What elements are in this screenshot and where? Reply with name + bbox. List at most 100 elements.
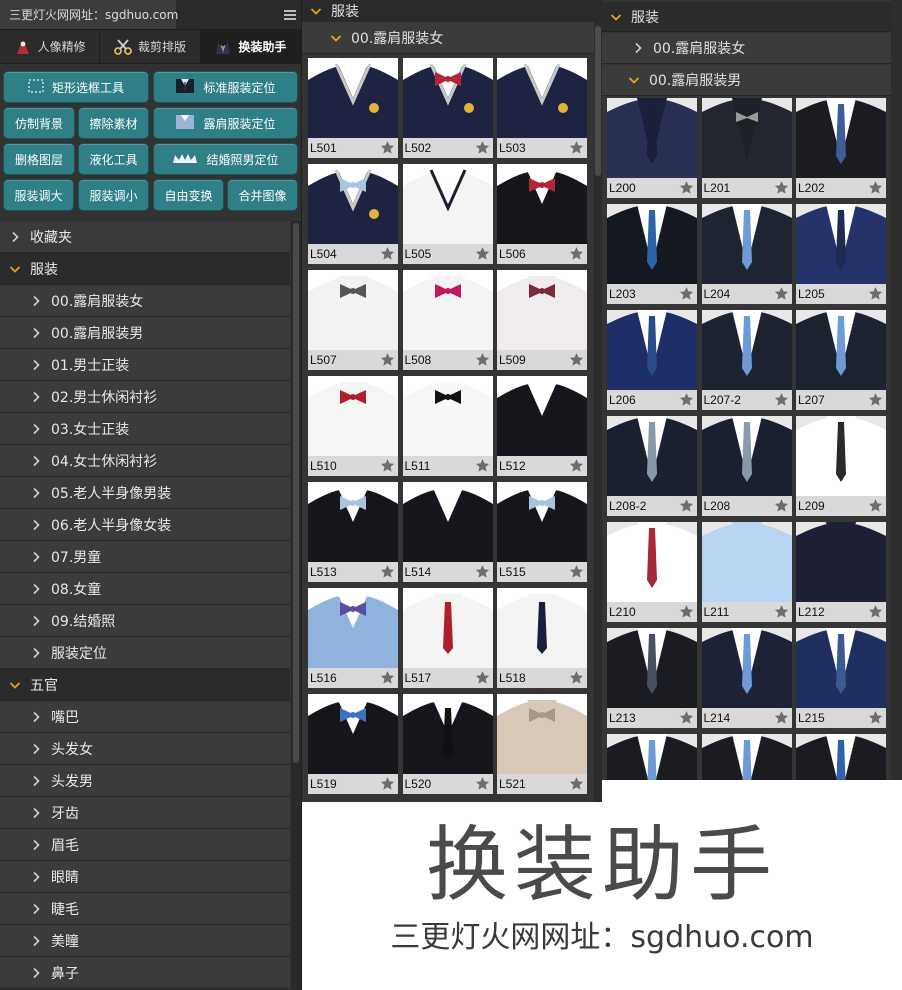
favorite-star-icon[interactable] bbox=[868, 710, 883, 725]
favorite-star-icon[interactable] bbox=[475, 246, 490, 261]
favorite-star-icon[interactable] bbox=[475, 776, 490, 791]
clothing-thumbnail[interactable]: L518 bbox=[497, 588, 587, 688]
favorite-star-icon[interactable] bbox=[679, 710, 694, 725]
merge-image-button[interactable]: 合并图像 bbox=[227, 179, 298, 211]
clothing-thumbnail[interactable]: L501 bbox=[308, 58, 398, 158]
scrollbar-thumb[interactable] bbox=[595, 26, 601, 176]
favorite-star-icon[interactable] bbox=[679, 604, 694, 619]
tree-item-clothing-category[interactable]: 服装定位 bbox=[0, 637, 290, 669]
rect-marquee-button[interactable]: 矩形选框工具 bbox=[3, 71, 149, 103]
rasterize-layer-button[interactable]: 删格图层 bbox=[3, 143, 75, 175]
clothing-thumbnail[interactable]: L502 bbox=[402, 58, 493, 158]
right-subsection-male[interactable]: 00.露肩服装男 bbox=[602, 65, 891, 96]
favorite-star-icon[interactable] bbox=[774, 180, 789, 195]
tree-item-clothing-category[interactable]: 09.结婚照 bbox=[0, 605, 290, 637]
clothing-thumbnail[interactable] bbox=[607, 734, 697, 780]
clothing-thumbnail[interactable]: L214 bbox=[701, 628, 792, 728]
tab-crop-layout[interactable]: 裁剪排版 bbox=[100, 30, 201, 63]
tab-outfit-assistant[interactable]: 换装助手 bbox=[200, 30, 301, 63]
clothing-thumbnail[interactable]: L209 bbox=[796, 416, 886, 516]
favorite-star-icon[interactable] bbox=[679, 286, 694, 301]
clothing-thumbnail[interactable]: L210 bbox=[607, 522, 697, 622]
tree-item-clothing[interactable]: 服装 bbox=[0, 253, 290, 285]
erase-material-button[interactable]: 擦除素材 bbox=[78, 107, 149, 139]
clothing-thumbnail[interactable]: L511 bbox=[402, 376, 493, 476]
clothing-thumbnail[interactable]: L204 bbox=[701, 204, 792, 304]
tree-item-clothing-category[interactable]: 00.露肩服装男 bbox=[0, 317, 290, 349]
clothing-thumbnail[interactable]: L504 bbox=[308, 164, 398, 264]
off-shoulder-position-button[interactable]: 露肩服装定位 bbox=[153, 107, 298, 139]
standard-suit-position-button[interactable]: 标准服装定位 bbox=[153, 71, 298, 103]
free-transform-button[interactable]: 自由变换 bbox=[153, 179, 224, 211]
clothing-thumbnail[interactable]: L201 bbox=[701, 98, 792, 198]
clothing-thumbnail[interactable]: L213 bbox=[607, 628, 697, 728]
clothing-thumbnail[interactable]: L202 bbox=[796, 98, 886, 198]
clothing-thumbnail[interactable]: L207 bbox=[796, 310, 886, 410]
clothing-thumbnail[interactable]: L200 bbox=[607, 98, 697, 198]
tree-item-features[interactable]: 五官 bbox=[0, 669, 290, 701]
tree-item-feature-category[interactable]: 头发女 bbox=[0, 733, 290, 765]
tree-item-favorites[interactable]: 收藏夹 bbox=[0, 221, 290, 253]
clothing-thumbnail[interactable]: L503 bbox=[497, 58, 587, 158]
clothing-thumbnail[interactable]: L510 bbox=[308, 376, 398, 476]
tree-item-feature-category[interactable]: 睫毛 bbox=[0, 893, 290, 925]
tree-item-feature-category[interactable]: 美瞳 bbox=[0, 925, 290, 957]
tree-scrollbar[interactable] bbox=[291, 221, 301, 990]
panel-menu-icon[interactable] bbox=[279, 0, 301, 29]
clothing-thumbnail[interactable]: L215 bbox=[796, 628, 886, 728]
favorite-star-icon[interactable] bbox=[569, 352, 584, 367]
tree-item-feature-category[interactable]: 牙齿 bbox=[0, 797, 290, 829]
tab-portrait-retouch[interactable]: 人像精修 bbox=[0, 30, 101, 63]
tree-item-feature-category[interactable]: 头发男 bbox=[0, 765, 290, 797]
clothing-thumbnail[interactable]: L513 bbox=[308, 482, 398, 582]
clothing-thumbnail[interactable]: L521 bbox=[497, 694, 587, 794]
clothing-thumbnail[interactable]: L512 bbox=[497, 376, 587, 476]
clothing-thumbnail[interactable]: L517 bbox=[402, 588, 493, 688]
favorite-star-icon[interactable] bbox=[774, 604, 789, 619]
clothing-thumbnail[interactable]: L208-2 bbox=[607, 416, 697, 516]
favorite-star-icon[interactable] bbox=[774, 286, 789, 301]
favorite-star-icon[interactable] bbox=[475, 140, 490, 155]
clothing-thumbnail[interactable]: L203 bbox=[607, 204, 697, 304]
mid-scrollbar[interactable] bbox=[594, 22, 602, 802]
right-section-header[interactable]: 服装 bbox=[602, 2, 891, 32]
clothing-thumbnail[interactable]: L514 bbox=[402, 482, 493, 582]
clothing-thumbnail[interactable]: L212 bbox=[796, 522, 886, 622]
favorite-star-icon[interactable] bbox=[380, 776, 395, 791]
clothing-thumbnail[interactable] bbox=[701, 734, 792, 780]
favorite-star-icon[interactable] bbox=[475, 564, 490, 579]
favorite-star-icon[interactable] bbox=[569, 140, 584, 155]
wedding-groom-position-button[interactable]: 结婚照男定位 bbox=[153, 143, 298, 175]
favorite-star-icon[interactable] bbox=[679, 498, 694, 513]
clothing-thumbnail[interactable]: L208 bbox=[701, 416, 792, 516]
favorite-star-icon[interactable] bbox=[868, 286, 883, 301]
clothing-thumbnail[interactable]: L508 bbox=[402, 270, 493, 370]
favorite-star-icon[interactable] bbox=[868, 604, 883, 619]
favorite-star-icon[interactable] bbox=[380, 352, 395, 367]
favorite-star-icon[interactable] bbox=[774, 498, 789, 513]
favorite-star-icon[interactable] bbox=[380, 140, 395, 155]
scrollbar-thumb[interactable] bbox=[293, 223, 299, 763]
clothing-thumbnail[interactable]: L516 bbox=[308, 588, 398, 688]
clothing-thumbnail[interactable]: L207-2 bbox=[701, 310, 792, 410]
clothing-thumbnail[interactable]: L206 bbox=[607, 310, 697, 410]
clothing-thumbnail[interactable]: L506 bbox=[497, 164, 587, 264]
clothing-thumbnail[interactable]: L211 bbox=[701, 522, 792, 622]
favorite-star-icon[interactable] bbox=[868, 180, 883, 195]
tree-item-clothing-category[interactable]: 08.女童 bbox=[0, 573, 290, 605]
clothing-thumbnail[interactable]: L205 bbox=[796, 204, 886, 304]
tree-item-feature-category[interactable]: 眼睛 bbox=[0, 861, 290, 893]
clothing-thumbnail[interactable]: L515 bbox=[497, 482, 587, 582]
enlarge-clothing-button[interactable]: 服装调大 bbox=[3, 179, 74, 211]
tree-item-clothing-category[interactable]: 04.女士休闲衬衫 bbox=[0, 445, 290, 477]
tree-item-clothing-category[interactable]: 02.男士休闲衬衫 bbox=[0, 381, 290, 413]
favorite-star-icon[interactable] bbox=[569, 670, 584, 685]
favorite-star-icon[interactable] bbox=[475, 670, 490, 685]
clothing-thumbnail[interactable]: L520 bbox=[402, 694, 493, 794]
clothing-thumbnail[interactable]: L507 bbox=[308, 270, 398, 370]
tree-item-clothing-category[interactable]: 06.老人半身像女装 bbox=[0, 509, 290, 541]
right-subsection-female[interactable]: 00.露肩服装女 bbox=[602, 33, 891, 64]
liquify-tool-button[interactable]: 液化工具 bbox=[78, 143, 149, 175]
mid-subsection-header[interactable]: 00.露肩服装女 bbox=[302, 22, 602, 54]
favorite-star-icon[interactable] bbox=[380, 246, 395, 261]
